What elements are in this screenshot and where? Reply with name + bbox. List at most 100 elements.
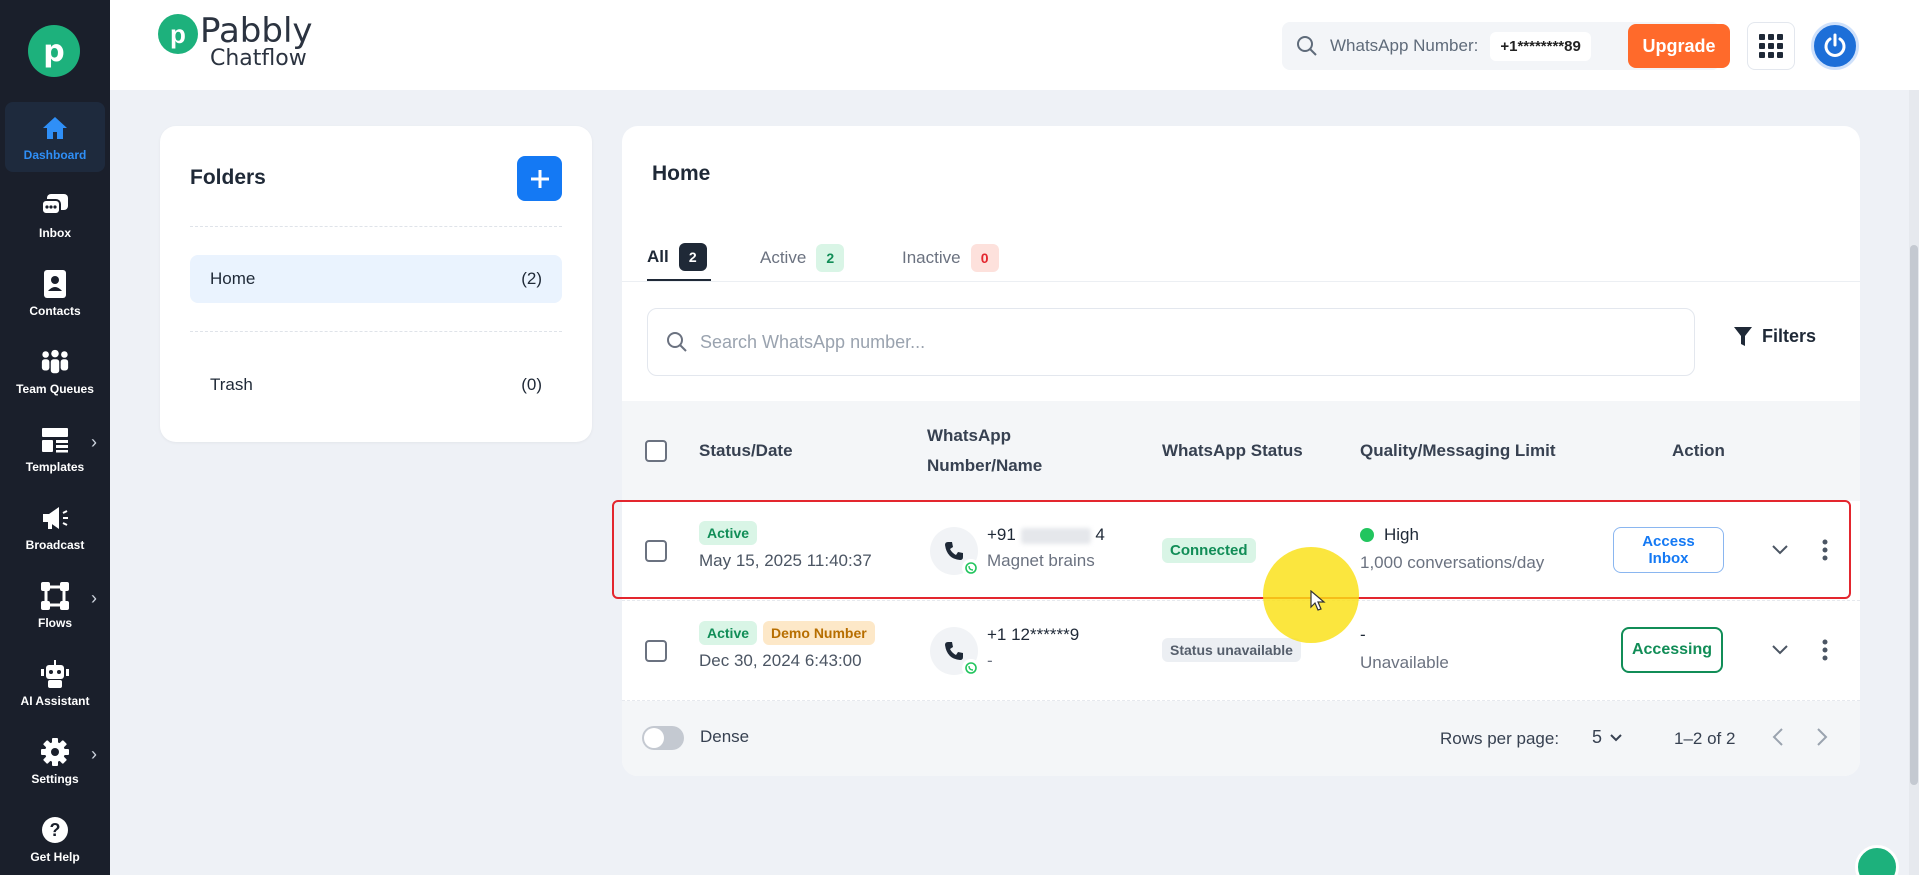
- row-number: +1 12******9: [987, 625, 1080, 644]
- column-header-number[interactable]: WhatsApp Number/Name: [927, 421, 1042, 481]
- messaging-limit: 1,000 conversations/day: [1360, 553, 1545, 572]
- chat-icon: [40, 191, 70, 221]
- quality-text: High: [1384, 525, 1419, 544]
- contact-card-icon: [40, 269, 70, 299]
- sidebar-item-flows[interactable]: Flows ›: [5, 570, 105, 640]
- rows-per-page-value: 5: [1592, 727, 1603, 747]
- power-icon: [1824, 33, 1846, 57]
- whatsapp-number-label: WhatsApp Number:: [1330, 36, 1479, 55]
- chevron-down-icon[interactable]: [1772, 545, 1788, 555]
- folder-count: (2): [521, 269, 542, 288]
- quality-rating: -: [1360, 625, 1366, 644]
- sidebar-item-settings[interactable]: Settings ›: [5, 726, 105, 796]
- table-row[interactable]: Active Demo Number Dec 30, 2024 6:43:00 +…: [622, 601, 1860, 701]
- sidebar-item-get-help[interactable]: ? Get Help: [5, 804, 105, 874]
- home-icon: [40, 113, 70, 143]
- brand-name: Pabbly: [200, 11, 313, 51]
- button-text: Access: [1642, 533, 1695, 550]
- sidebar-item-broadcast[interactable]: Broadcast: [5, 492, 105, 562]
- row-date: Dec 30, 2024 6:43:00: [699, 651, 862, 670]
- sidebar-item-label: Settings: [31, 771, 79, 786]
- previous-page-icon[interactable]: [1772, 727, 1784, 747]
- divider: [190, 331, 562, 332]
- svg-text:?: ?: [50, 820, 61, 840]
- chevron-down-icon[interactable]: [1772, 645, 1788, 655]
- column-header-text: Number/Name: [927, 456, 1043, 475]
- folders-panel: Folders Home (2) Trash (0): [160, 126, 592, 442]
- chevron-right-icon: ›: [91, 744, 97, 764]
- chevron-down-icon: [1610, 733, 1622, 741]
- more-vertical-icon[interactable]: [1822, 639, 1828, 661]
- number-suffix: 4: [1095, 525, 1105, 544]
- folder-name: Home: [210, 269, 256, 288]
- add-folder-button[interactable]: [517, 156, 562, 201]
- sidebar-item-dashboard[interactable]: Dashboard: [5, 102, 105, 172]
- sidebar-item-label: Dashboard: [23, 147, 87, 162]
- apps-grid-button[interactable]: [1747, 22, 1795, 70]
- grid-icon: [1759, 34, 1783, 58]
- accessing-button[interactable]: Accessing: [1621, 627, 1723, 673]
- megaphone-icon: [40, 503, 70, 533]
- tab-label: Inactive: [902, 248, 961, 267]
- rows-per-page-select[interactable]: 5: [1592, 727, 1622, 748]
- tab-count-badge: 0: [970, 244, 999, 272]
- folder-name: Trash: [210, 375, 253, 394]
- filters-label: Filters: [1762, 326, 1817, 346]
- redacted-block: [1020, 527, 1091, 544]
- help-widget-icon[interactable]: [1855, 845, 1899, 875]
- column-header-status-date[interactable]: Status/Date: [699, 436, 793, 466]
- filters-button[interactable]: Filters: [1734, 326, 1816, 347]
- team-icon: [40, 347, 70, 377]
- brand-logo[interactable]: p Pabbly Chatflow: [158, 14, 313, 70]
- row-name: -: [987, 651, 993, 670]
- column-header-action: Action: [1672, 441, 1725, 460]
- quality-rating: High: [1360, 525, 1544, 545]
- column-header-whatsapp-status[interactable]: WhatsApp Status: [1162, 436, 1303, 466]
- status-badge: Active: [699, 621, 758, 645]
- row-checkbox[interactable]: [645, 640, 667, 662]
- app-logo[interactable]: p: [28, 25, 80, 77]
- select-all-checkbox[interactable]: [645, 440, 667, 462]
- next-page-icon[interactable]: [1816, 727, 1828, 747]
- status-badge: Active: [699, 521, 758, 545]
- whatsapp-status-badge: Status unavailable: [1162, 638, 1301, 662]
- tab-label: Active: [760, 248, 807, 267]
- flow-icon: [40, 581, 70, 611]
- row-checkbox[interactable]: [645, 540, 667, 562]
- phone-icon: [945, 542, 963, 560]
- number-prefix: +91: [987, 525, 1016, 544]
- table-row[interactable]: Active May 15, 2025 11:40:37 +91 4 Magne…: [622, 501, 1860, 601]
- messaging-limit: Unavailable: [1360, 653, 1449, 672]
- scrollbar-thumb[interactable]: [1910, 245, 1918, 785]
- pagination-range: 1–2 of 2: [1674, 729, 1736, 748]
- sidebar-item-ai-assistant[interactable]: AI Assistant: [5, 648, 105, 718]
- sidebar-item-inbox[interactable]: Inbox: [5, 180, 105, 250]
- whatsapp-number-value: +1********89: [1490, 31, 1591, 61]
- search-input[interactable]: Search WhatsApp number...: [647, 308, 1695, 376]
- sidebar: p Dashboard Inbox Contacts Team Queues T…: [0, 0, 110, 875]
- sidebar-item-templates[interactable]: Templates ›: [5, 414, 105, 484]
- folder-item-home[interactable]: Home (2): [190, 255, 562, 303]
- table-footer: Dense Rows per page: 5 1–2 of 2: [622, 701, 1860, 776]
- tab-inactive[interactable]: Inactive 0: [902, 234, 999, 282]
- sidebar-item-label: Broadcast: [25, 537, 85, 552]
- access-inbox-button[interactable]: Access Inbox: [1613, 527, 1724, 573]
- upgrade-button[interactable]: Upgrade: [1628, 24, 1730, 68]
- more-vertical-icon[interactable]: [1822, 539, 1828, 561]
- filter-icon: [1734, 326, 1752, 346]
- page-title: Home: [652, 162, 711, 185]
- sidebar-item-team-queues[interactable]: Team Queues: [5, 336, 105, 406]
- dense-toggle[interactable]: [642, 726, 684, 750]
- tab-all[interactable]: All 2: [647, 234, 711, 282]
- status-tabs: All 2 Active 2 Inactive 0: [647, 234, 1847, 282]
- brand-sub: Chatflow: [210, 46, 307, 71]
- row-number: +91 4: [987, 525, 1105, 545]
- sidebar-item-contacts[interactable]: Contacts: [5, 258, 105, 328]
- column-header-quality[interactable]: Quality/Messaging Limit: [1360, 436, 1556, 466]
- folder-item-trash[interactable]: Trash (0): [190, 361, 562, 409]
- avatar[interactable]: [1811, 22, 1859, 70]
- divider: [622, 281, 1860, 282]
- tab-active[interactable]: Active 2: [760, 234, 845, 282]
- brand-mark-icon: p: [158, 14, 198, 54]
- quality-dot-icon: [1360, 528, 1374, 542]
